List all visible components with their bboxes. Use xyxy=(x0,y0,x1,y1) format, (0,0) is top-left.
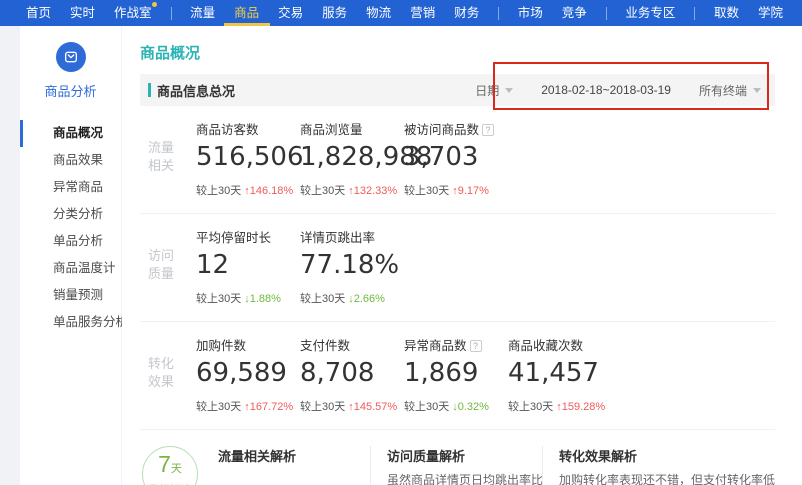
nav-item-war-room[interactable]: 作战室 xyxy=(114,0,152,26)
chevron-down-icon xyxy=(505,88,513,93)
insight-title: 流量相关解析 xyxy=(218,446,370,463)
top-nav: 首页 实时 作战室 流量 商品 交易 服务 物流 营销 财务 市场 竞争 业务专… xyxy=(0,0,802,26)
product-analysis-icon xyxy=(56,42,86,72)
metric-value: 12 xyxy=(196,250,300,281)
help-icon[interactable] xyxy=(482,124,494,136)
page-title: 商品概况 xyxy=(140,42,775,62)
nav-item-trade[interactable]: 交易 xyxy=(278,0,303,26)
group-label: 流量相关 xyxy=(140,119,196,198)
metric-value: 3,703 xyxy=(404,142,508,173)
metric-product-pageviews: 商品浏览量 1,828,988 较上30天↑132.33% xyxy=(300,119,404,198)
nav-item-home[interactable]: 首页 xyxy=(26,0,51,26)
sidebar-item-category-analysis[interactable]: 分类分析 xyxy=(20,201,121,228)
metric-value: 69,589 xyxy=(196,358,300,389)
group-label: 访问质量 xyxy=(140,227,196,306)
metric-product-visitors: 商品访客数 516,506 较上30天↑146.18% xyxy=(196,119,300,198)
metric-group-visit-quality: 访问质量 平均停留时长 12 较上30天↓1.88% 详情页跳出率 77.18%… xyxy=(140,213,775,321)
metric-paid-items: 支付件数 8,708 较上30天↑145.57% xyxy=(300,335,404,414)
section-title: 商品信息总况 xyxy=(148,81,235,100)
nav-item-finance[interactable]: 财务 xyxy=(454,0,479,26)
nav-divider xyxy=(498,7,499,20)
nav-item-business-zone[interactable]: 业务专区 xyxy=(625,0,675,26)
metric-value: 8,708 xyxy=(300,358,404,389)
nav-item-product[interactable]: 商品 xyxy=(234,0,259,26)
nav-item-realtime[interactable]: 实时 xyxy=(70,0,95,26)
date-range-value[interactable]: 2018-02-18~2018-03-19 xyxy=(541,83,671,97)
sidebar-item-single-product-analysis[interactable]: 单品分析 xyxy=(20,228,121,255)
metric-group-traffic: 流量相关 商品访客数 516,506 较上30天↑146.18% 商品浏览量 1… xyxy=(140,106,775,213)
help-icon[interactable] xyxy=(470,340,482,352)
sidebar-item-abnormal-products[interactable]: 异常商品 xyxy=(20,174,121,201)
insight-visit-quality: 访问质量解析 虽然商品详情页日均跳出率比同行平均 好，但平均停留时间低于同行平均… xyxy=(370,446,542,485)
nav-divider xyxy=(606,7,607,20)
insight-traffic: 流量相关解析 xyxy=(218,446,370,485)
nav-item-marketing[interactable]: 营销 xyxy=(410,0,435,26)
left-rail xyxy=(0,26,20,485)
metric-group-conversion: 转化效果 加购件数 69,589 较上30天↑167.72% 支付件数 8,70… xyxy=(140,321,775,429)
metric-value: 516,506 xyxy=(196,142,300,173)
filter-controls: 日期 2018-02-18~2018-03-19 所有终端 xyxy=(475,82,761,99)
insight-title: 访问质量解析 xyxy=(387,446,542,463)
nav-divider xyxy=(171,7,172,20)
sidebar-item-single-product-service[interactable]: 单品服务分析 xyxy=(20,309,121,336)
chevron-down-icon xyxy=(753,88,761,93)
sidebar-item-product-effect[interactable]: 商品效果 xyxy=(20,147,121,174)
terminal-dropdown[interactable]: 所有终端 xyxy=(699,82,761,99)
sidebar-title: 商品分析 xyxy=(20,81,121,100)
metric-avg-stay-time: 平均停留时长 12 较上30天↓1.88% xyxy=(196,227,300,306)
nav-item-market[interactable]: 市场 xyxy=(518,0,543,26)
metric-visited-products: 被访问商品数 3,703 较上30天↑9.17% xyxy=(404,119,508,198)
sidebar-item-product-thermometer[interactable]: 商品温度计 xyxy=(20,255,121,282)
nav-divider xyxy=(694,7,695,20)
metric-value: 41,457 xyxy=(508,358,612,389)
insight-conversion: 转化效果解析 加购转化率表现还不错，但支付转化率低 于同行平均，赶快到异常商品并… xyxy=(542,446,775,485)
nav-item-service[interactable]: 服务 xyxy=(322,0,347,26)
metric-value: 1,828,988 xyxy=(300,142,404,173)
sidebar-menu: 商品概况 商品效果 异常商品 分类分析 单品分析 商品温度计 销量预测 单品服务… xyxy=(20,120,121,336)
section-header: 商品信息总况 日期 2018-02-18~2018-03-19 所有终端 xyxy=(140,74,775,106)
nav-item-traffic[interactable]: 流量 xyxy=(190,0,215,26)
sidebar-item-product-overview[interactable]: 商品概况 xyxy=(20,120,121,147)
data-interpretation-badge: 7天 数据解读 xyxy=(142,446,198,485)
nav-item-competition[interactable]: 竞争 xyxy=(562,0,587,26)
date-dropdown[interactable]: 日期 xyxy=(475,82,513,99)
insight-title: 转化效果解析 xyxy=(559,446,775,463)
group-label: 转化效果 xyxy=(140,335,196,414)
main-content: 商品概况 商品信息总况 日期 2018-02-18~2018-03-19 所有终… xyxy=(122,26,802,485)
metric-detail-bounce-rate: 详情页跳出率 77.18% 较上30天↓2.66% xyxy=(300,227,404,306)
metric-cart-adds: 加购件数 69,589 较上30天↑167.72% xyxy=(196,335,300,414)
nav-item-academy[interactable]: 学院 xyxy=(758,0,783,26)
notification-dot-icon xyxy=(152,2,157,7)
metric-abnormal-products: 异常商品数 1,869 较上30天↓0.32% xyxy=(404,335,508,414)
sidebar: 商品分析 商品概况 商品效果 异常商品 分类分析 单品分析 商品温度计 销量预测… xyxy=(20,26,122,485)
nav-item-data-fetch[interactable]: 取数 xyxy=(714,0,739,26)
metric-product-favorites: 商品收藏次数 41,457 较上30天↑159.28% xyxy=(508,335,612,414)
insights-section: 7天 数据解读 流量相关解析 访问质量解析 虽然商品详情页日均跳出率比同行平均 … xyxy=(140,429,775,485)
nav-item-logistics[interactable]: 物流 xyxy=(366,0,391,26)
metric-value: 77.18% xyxy=(300,250,404,281)
sidebar-header: 商品分析 xyxy=(20,26,121,100)
sidebar-item-sales-forecast[interactable]: 销量预测 xyxy=(20,282,121,309)
metric-value: 1,869 xyxy=(404,358,508,389)
